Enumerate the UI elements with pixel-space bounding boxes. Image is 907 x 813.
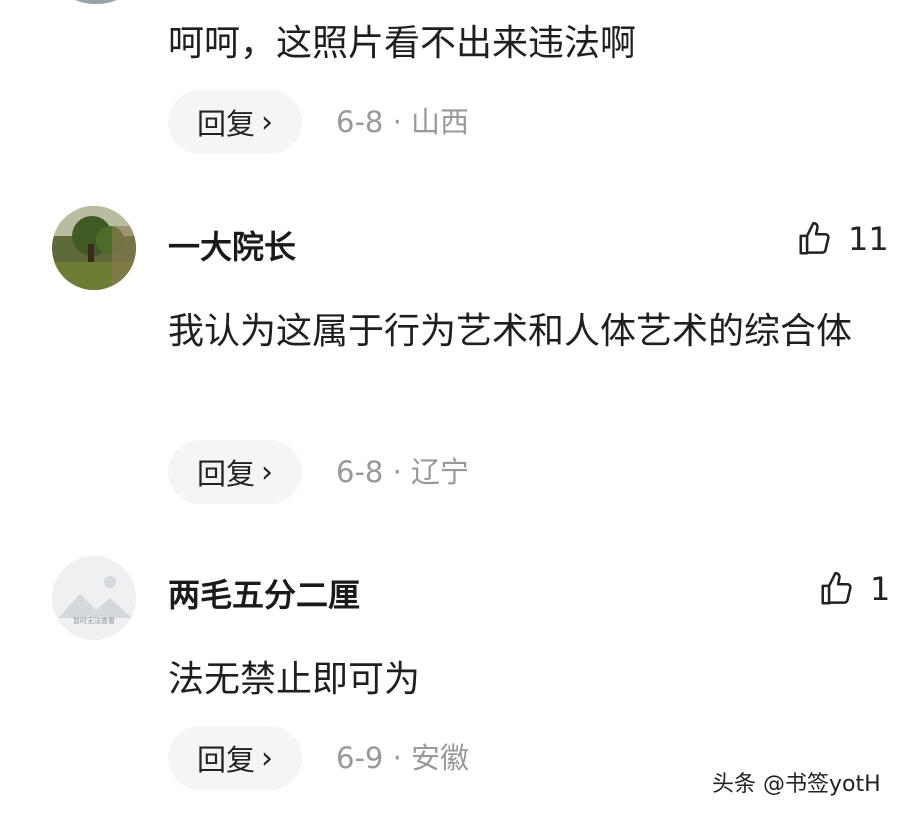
meta-separator: · <box>392 455 402 489</box>
reply-label: 回复 <box>196 107 255 141</box>
username[interactable]: 两毛五分二厘 <box>168 570 360 616</box>
avatar[interactable] <box>52 206 136 290</box>
reply-label: 回复 <box>196 457 255 491</box>
chevron-right-icon: › <box>261 104 273 140</box>
comment-text: 呵呵，这照片看不出来违法啊 <box>168 23 637 64</box>
comment-date: 6-8 <box>336 455 384 489</box>
comment-location: 辽宁 <box>411 455 470 489</box>
username[interactable]: 一大院长 <box>168 222 296 268</box>
comment-list: 呵呵，这照片看不出来违法啊 回复 › 6-8 · 山西 一大院长 11 我认为这… <box>0 0 907 813</box>
comment-text: 法无禁止即可为 <box>168 659 421 700</box>
avatar-caption: 暂时无法查看 <box>73 617 115 625</box>
meta-separator: · <box>392 741 402 775</box>
comment-location: 安徽 <box>411 741 470 775</box>
avatar-placeholder <box>52 556 136 640</box>
comment-date: 6-9 <box>336 741 384 775</box>
avatar-photo <box>52 206 136 290</box>
avatar[interactable]: 暂时无法查看 <box>52 556 136 640</box>
comment-meta: 6-8 · 山西 <box>336 104 469 140</box>
reply-button[interactable]: 回复 › <box>168 90 302 154</box>
reply-button[interactable]: 回复 › <box>168 440 302 504</box>
comment-text: 我认为这属于行为艺术和人体艺术的综合体 <box>168 311 853 352</box>
like-count: 1 <box>870 570 891 608</box>
comment-location: 山西 <box>411 105 470 139</box>
comment-date: 6-8 <box>336 105 384 139</box>
reply-button[interactable]: 回复 › <box>168 726 302 790</box>
meta-separator: · <box>392 105 402 139</box>
comment-meta: 6-9 · 安徽 <box>336 740 469 776</box>
reply-label: 回复 <box>196 743 255 777</box>
chevron-right-icon: › <box>261 454 273 490</box>
avatar[interactable] <box>60 0 132 4</box>
thumbs-up-icon <box>799 221 830 255</box>
like-button[interactable]: 1 <box>818 570 890 608</box>
comment-meta: 6-8 · 辽宁 <box>336 454 469 490</box>
watermark: 头条 @书签yotH <box>712 772 881 797</box>
like-count: 11 <box>848 220 889 258</box>
chevron-right-icon: › <box>261 740 273 776</box>
like-button[interactable]: 11 <box>796 220 889 258</box>
thumbs-up-icon <box>821 571 852 605</box>
